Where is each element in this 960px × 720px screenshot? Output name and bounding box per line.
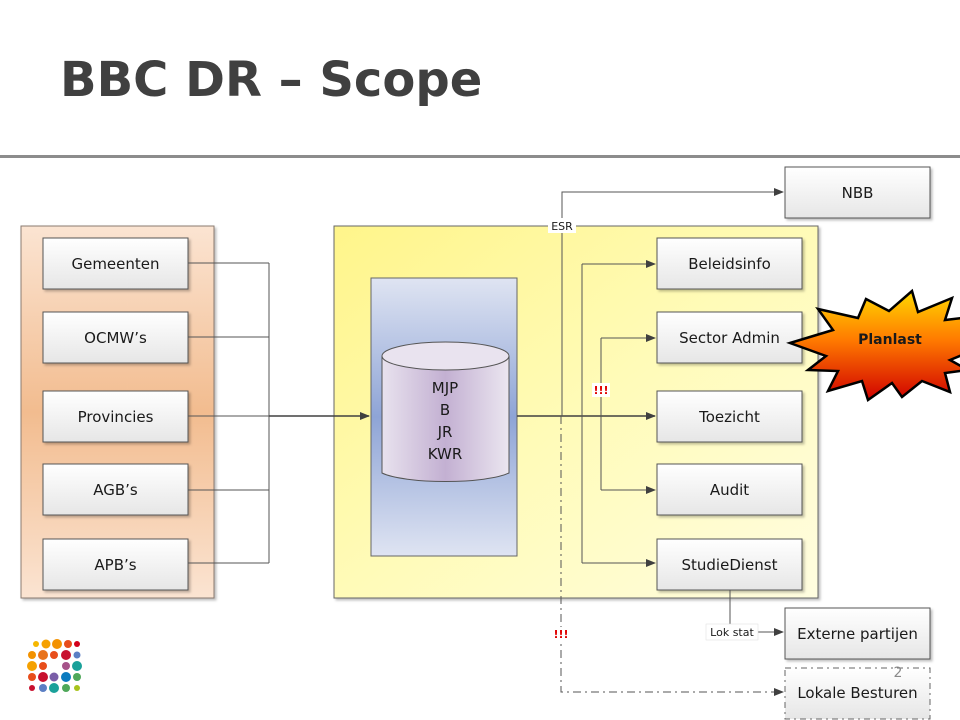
external-box-lokale-besturen[interactable]: Lokale Besturen <box>784 667 931 720</box>
consumer-label: StudieDienst <box>682 556 778 574</box>
source-label: APB’s <box>94 556 136 574</box>
consumer-box-studiedienst[interactable]: StudieDienst <box>656 538 803 591</box>
logo-icon <box>27 639 82 693</box>
consumer-label: Sector Admin <box>679 329 780 347</box>
source-box-agb[interactable]: AGB’s <box>42 463 189 516</box>
lokale-besturen-label: Lokale Besturen <box>797 684 917 702</box>
database-cylinder-icon[interactable]: MJP B JR KWR <box>381 341 510 483</box>
warning-label-audit: !!! <box>592 383 610 397</box>
db-line-mjp: MJP <box>432 379 458 397</box>
source-box-ocmw[interactable]: OCMW’s <box>42 311 189 364</box>
externe-partijen-label: Externe partijen <box>797 625 918 643</box>
consumer-label: Beleidsinfo <box>688 255 771 273</box>
source-box-provincies[interactable]: Provincies <box>42 390 189 443</box>
consumer-box-sector-admin[interactable]: Sector Admin <box>656 311 803 364</box>
db-line-b: B <box>440 401 450 419</box>
source-label: OCMW’s <box>84 329 147 347</box>
external-box-externe-partijen[interactable]: Externe partijen <box>784 607 931 660</box>
esr-label: ESR <box>548 218 576 233</box>
source-box-apb[interactable]: APB’s <box>42 538 189 591</box>
consumer-box-beleidsinfo[interactable]: Beleidsinfo <box>656 237 803 290</box>
svg-text:!!!: !!! <box>593 384 608 397</box>
consumer-box-audit[interactable]: Audit <box>656 463 803 516</box>
svg-text:Lok stat: Lok stat <box>710 626 754 639</box>
planlast-label: Planlast <box>858 332 922 348</box>
consumer-label: Audit <box>710 481 749 499</box>
consumer-label: Toezicht <box>698 408 760 426</box>
svg-text:!!!: !!! <box>553 628 568 641</box>
source-label: Provincies <box>78 408 154 426</box>
db-line-jr: JR <box>437 423 453 441</box>
db-line-kwr: KWR <box>428 445 463 463</box>
consumer-box-toezicht[interactable]: Toezicht <box>656 390 803 443</box>
logo-dots <box>27 639 82 693</box>
page-number: 2 <box>894 665 903 681</box>
warning-label-lokale: !!! <box>551 627 571 641</box>
svg-text:ESR: ESR <box>551 220 573 233</box>
nbb-label: NBB <box>842 184 874 202</box>
source-box-gemeenten[interactable]: Gemeenten <box>42 237 189 290</box>
scope-diagram: Gemeenten OCMW’s Provincies AGB’s APB’s … <box>20 166 960 720</box>
external-box-nbb[interactable]: NBB <box>784 166 931 219</box>
source-label: AGB’s <box>93 481 138 499</box>
source-label: Gemeenten <box>71 255 159 273</box>
lok-stat-label: Lok stat <box>705 623 759 641</box>
